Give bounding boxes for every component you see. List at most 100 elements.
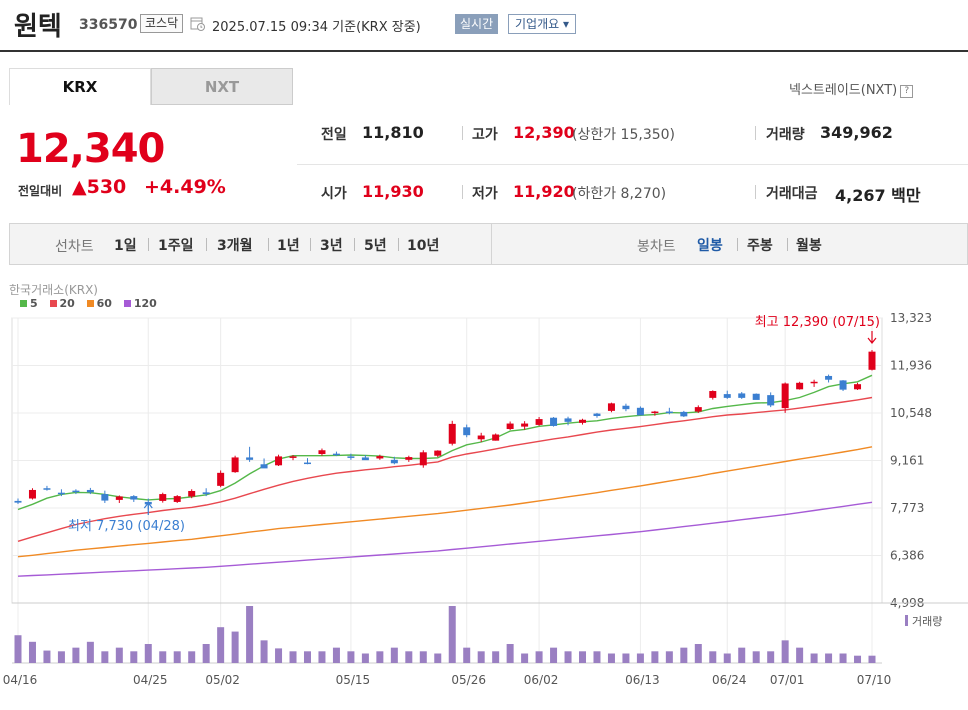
candle-body (607, 403, 615, 411)
y-tick-label: 13,323 (890, 311, 932, 325)
candle-body (188, 490, 196, 497)
candle-body (28, 489, 36, 499)
stock-code: 336570 (79, 17, 138, 33)
stats-divider (297, 164, 968, 165)
x-tick-label: 06/02 (524, 673, 559, 687)
volume-bar (854, 655, 862, 663)
period-10y[interactable]: 10년 (407, 235, 439, 255)
volume-bar (202, 644, 210, 663)
volume-bar (709, 651, 717, 663)
high-label: 고가 (472, 127, 498, 143)
candle-body (651, 411, 659, 414)
volume-bar (376, 651, 384, 663)
candle-body (680, 411, 688, 417)
max-annotation: 최고 12,390 (07/15) (755, 315, 880, 330)
nextrade-label: 넥스트레이드(NXT) (789, 83, 898, 98)
realtime-badge[interactable]: 실시간 (455, 14, 499, 34)
candle-body (506, 423, 514, 430)
volume-bar (318, 651, 326, 663)
volume-bar (14, 635, 22, 663)
period-3m[interactable]: 3개월 (217, 235, 253, 255)
volume-bar (839, 653, 847, 663)
volume-bar (752, 651, 760, 663)
volume-bar (115, 647, 123, 663)
candle-body (361, 457, 369, 461)
y-tick-label: 10,548 (890, 406, 932, 420)
help-icon[interactable]: ? (900, 85, 914, 98)
divider (462, 126, 463, 140)
candle-body (303, 462, 311, 465)
volume-bar (868, 655, 876, 663)
price-change: ▲530 (72, 176, 127, 198)
tab-krx[interactable]: KRX (9, 68, 151, 105)
candle-body (854, 384, 862, 390)
divider (398, 238, 399, 251)
volume-bar (260, 640, 268, 663)
x-tick-label: 04/16 (3, 673, 38, 687)
divider (462, 185, 463, 199)
x-tick-label: 05/02 (205, 673, 240, 687)
upper-limit: (상한가 15,350) (572, 127, 676, 143)
candle-monthly[interactable]: 월봉 (796, 235, 822, 255)
candle-daily[interactable]: 일봉 (697, 235, 723, 255)
period-1y[interactable]: 1년 (277, 235, 300, 255)
candle-body (14, 500, 22, 503)
tab-nxt[interactable]: NXT (151, 68, 293, 105)
volume-bar (246, 606, 254, 663)
volume-bar (564, 651, 572, 663)
candle-body (43, 488, 51, 490)
candle-body (434, 450, 442, 456)
period-3y[interactable]: 3년 (320, 235, 343, 255)
divider (268, 238, 269, 251)
company-info-dropdown[interactable]: 기업개요 ▾ (508, 14, 576, 34)
candle-body (796, 382, 804, 390)
candle-weekly[interactable]: 주봉 (747, 235, 773, 255)
volume-bar (43, 650, 51, 663)
volume-bar (723, 653, 731, 663)
amount-value: 4,267 백만 (835, 186, 921, 205)
high-value: 12,390 (513, 123, 575, 142)
candle-body (86, 489, 94, 493)
candle-body (390, 459, 398, 464)
volume-bar (173, 651, 181, 663)
volume-bar (130, 651, 138, 663)
prev-close-value: 11,810 (362, 123, 424, 142)
candle-body (825, 375, 833, 380)
volume-bar (332, 647, 340, 663)
y-tick-label: 11,936 (890, 359, 932, 373)
y-tick-label: 6,386 (890, 549, 924, 563)
period-1w[interactable]: 1주일 (158, 235, 194, 255)
candle-body (159, 494, 167, 501)
x-tick-label: 06/13 (625, 673, 660, 687)
volume-bar (289, 651, 297, 663)
volume-bar (607, 653, 615, 663)
volume-bar (781, 640, 789, 663)
candle-body (535, 419, 543, 425)
candle-body (246, 457, 254, 460)
volume-bar (521, 653, 529, 663)
volume-bar (144, 644, 152, 663)
volume-bar (738, 647, 746, 663)
volume-bar (159, 651, 167, 663)
y-tick-label: 7,773 (890, 501, 924, 515)
volume-bar (796, 647, 804, 663)
period-5y[interactable]: 5년 (364, 235, 387, 255)
volume-bar (231, 631, 239, 663)
stock-header: 원텍 336570 코스닥 2025.07.15 09:34 기준(KRX 장중… (0, 0, 968, 52)
candle-body (810, 381, 818, 384)
candle-body (289, 456, 297, 458)
volume-bar (622, 653, 630, 663)
amount-label: 거래대금 (766, 186, 818, 202)
open-value: 11,930 (362, 182, 424, 201)
volume-bar (825, 653, 833, 663)
volume-bar (463, 647, 471, 663)
candle-body (130, 496, 138, 500)
volume-bar (492, 651, 500, 663)
volume-bar (101, 651, 109, 663)
nextrade-link[interactable]: 넥스트레이드(NXT)? (789, 79, 914, 98)
candle-body (202, 492, 210, 495)
period-1d[interactable]: 1일 (114, 235, 137, 255)
volume-bar (767, 651, 775, 663)
volume-bar (188, 651, 196, 663)
price-chart[interactable]: 13,32311,93610,5489,1617,7736,3864,99804… (0, 300, 968, 710)
